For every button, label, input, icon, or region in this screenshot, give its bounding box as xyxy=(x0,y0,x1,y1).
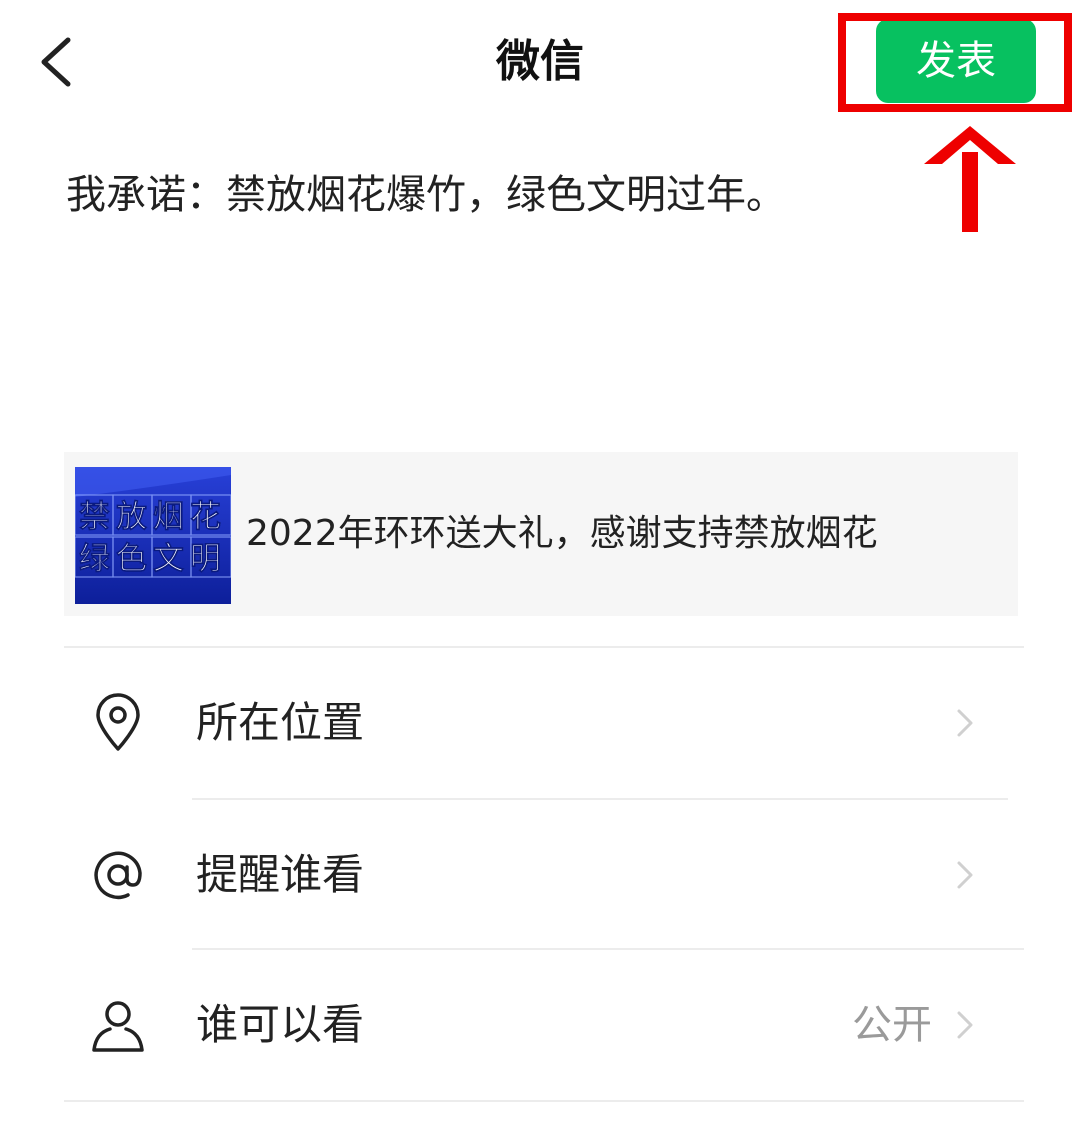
shared-link-card[interactable]: 禁放烟花 绿色文明 2022年环环送大礼，感谢支持禁放烟花 xyxy=(64,452,1018,616)
top-nav-bar: 微信 发表 xyxy=(0,0,1080,120)
post-text-input[interactable]: 我承诺：禁放烟花爆竹，绿色文明过年。 xyxy=(66,165,1026,225)
at-icon xyxy=(94,851,142,900)
mention-row[interactable]: 提醒谁看 xyxy=(64,800,1024,950)
chevron-right-icon xyxy=(957,861,973,889)
mention-label: 提醒谁看 xyxy=(196,850,365,899)
svg-text:禁放烟花: 禁放烟花 xyxy=(79,499,227,535)
person-icon xyxy=(92,1001,144,1052)
svg-text:绿色文明: 绿色文明 xyxy=(79,541,227,577)
chevron-right-icon xyxy=(957,1011,973,1039)
chevron-right-icon xyxy=(957,709,973,737)
divider xyxy=(64,1100,1024,1102)
visibility-label: 谁可以看 xyxy=(196,1000,365,1049)
share-card-title: 2022年环环送大礼，感谢支持禁放烟花 xyxy=(246,513,878,554)
publish-button[interactable]: 发表 xyxy=(876,19,1036,103)
location-label: 所在位置 xyxy=(196,698,365,747)
visibility-value: 公开 xyxy=(852,1002,932,1048)
location-pin-icon xyxy=(96,693,140,751)
location-row[interactable]: 所在位置 xyxy=(64,648,1024,798)
visibility-row[interactable]: 谁可以看 公开 xyxy=(64,950,1024,1100)
share-thumbnail: 禁放烟花 绿色文明 xyxy=(75,467,231,604)
